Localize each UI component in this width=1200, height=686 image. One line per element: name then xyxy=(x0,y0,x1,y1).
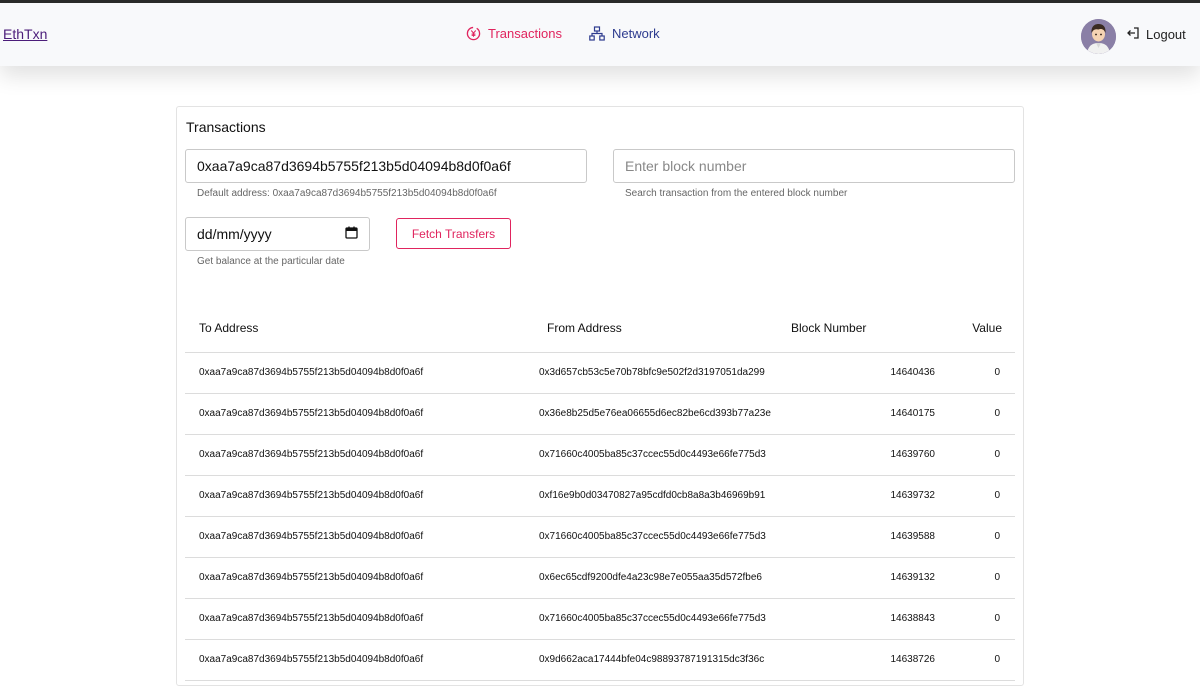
cell-value: 0 xyxy=(994,654,1000,665)
card-title: Transactions xyxy=(186,119,266,135)
cell-from-address: 0x36e8b25d5e76ea06655d6ec82be6cd393b77a2… xyxy=(539,408,771,419)
block-number-placeholder: Enter block number xyxy=(625,158,747,174)
column-header-block: Block Number xyxy=(791,321,867,335)
date-input-value: dd/mm/yyyy xyxy=(197,226,272,242)
table-row: 0xaa7a9ca87d3694b5755f213b5d04094b8d0f0a… xyxy=(185,435,1015,476)
cell-value: 0 xyxy=(994,408,1000,419)
cell-to-address: 0xaa7a9ca87d3694b5755f213b5d04094b8d0f0a… xyxy=(199,449,424,460)
navbar: EthTxn Transactions Network Logout xyxy=(0,3,1200,66)
nav-network-label: Network xyxy=(612,26,660,41)
cell-to-address: 0xaa7a9ca87d3694b5755f213b5d04094b8d0f0a… xyxy=(199,613,424,624)
cell-from-address: 0x9d662aca17444bfe04c98893787191315dc3f3… xyxy=(539,654,765,665)
nav-transactions-label: Transactions xyxy=(488,26,562,41)
table-row: 0xaa7a9ca87d3694b5755f213b5d04094b8d0f0a… xyxy=(185,353,1015,394)
block-number-input[interactable]: Enter block number xyxy=(613,149,1015,183)
cell-from-address: 0xf16e9b0d03470827a95cdfd0cb8a8a3b46969b… xyxy=(539,490,766,501)
cell-to-address: 0xaa7a9ca87d3694b5755f213b5d04094b8d0f0a… xyxy=(199,490,424,501)
table-row: 0xaa7a9ca87d3694b5755f213b5d04094b8d0f0a… xyxy=(185,394,1015,435)
avatar[interactable] xyxy=(1081,19,1116,54)
cell-to-address: 0xaa7a9ca87d3694b5755f213b5d04094b8d0f0a… xyxy=(199,572,424,583)
cell-to-address: 0xaa7a9ca87d3694b5755f213b5d04094b8d0f0a… xyxy=(199,531,424,542)
cell-to-address: 0xaa7a9ca87d3694b5755f213b5d04094b8d0f0a… xyxy=(199,654,424,665)
address-helper-text: Default address: 0xaa7a9ca87d3694b5755f2… xyxy=(197,188,497,199)
cell-block-number: 14638843 xyxy=(890,613,936,624)
table-header: To Address From Address Block Number Val… xyxy=(185,307,1015,353)
cell-value: 0 xyxy=(994,572,1000,583)
cell-block-number: 14640175 xyxy=(890,408,936,419)
table-row: 0xaa7a9ca87d3694b5755f213b5d04094b8d0f0a… xyxy=(185,558,1015,599)
nav-transactions[interactable]: Transactions xyxy=(466,26,562,41)
cell-block-number: 14639588 xyxy=(890,531,936,542)
transactions-icon xyxy=(466,26,481,41)
address-input-value: 0xaa7a9ca87d3694b5755f213b5d04094b8d0f0a… xyxy=(197,158,511,174)
logout-icon xyxy=(1126,26,1140,43)
cell-from-address: 0x6ec65cdf9200dfe4a23c98e7e055aa35d572fb… xyxy=(539,572,762,583)
table-row: 0xaa7a9ca87d3694b5755f213b5d04094b8d0f0a… xyxy=(185,599,1015,640)
cell-from-address: 0x71660c4005ba85c37ccec55d0c4493e66fe775… xyxy=(539,531,766,542)
cell-value: 0 xyxy=(994,531,1000,542)
date-helper-text: Get balance at the particular date xyxy=(197,256,345,267)
cell-block-number: 14638726 xyxy=(890,654,936,665)
nav-network[interactable]: Network xyxy=(589,26,660,41)
fetch-transfers-button[interactable]: Fetch Transfers xyxy=(396,218,511,249)
cell-value: 0 xyxy=(994,367,1000,378)
cell-block-number: 14639132 xyxy=(890,572,936,583)
network-icon xyxy=(589,26,605,41)
calendar-icon[interactable] xyxy=(345,226,358,242)
column-header-to: To Address xyxy=(199,321,259,335)
cell-from-address: 0x71660c4005ba85c37ccec55d0c4493e66fe775… xyxy=(539,613,766,624)
cell-value: 0 xyxy=(994,490,1000,501)
cell-block-number: 14639760 xyxy=(890,449,936,460)
table-row: 0xaa7a9ca87d3694b5755f213b5d04094b8d0f0a… xyxy=(185,517,1015,558)
cell-from-address: 0x71660c4005ba85c37ccec55d0c4493e66fe775… xyxy=(539,449,766,460)
cell-to-address: 0xaa7a9ca87d3694b5755f213b5d04094b8d0f0a… xyxy=(199,408,424,419)
address-input[interactable]: 0xaa7a9ca87d3694b5755f213b5d04094b8d0f0a… xyxy=(185,149,587,183)
date-input[interactable]: dd/mm/yyyy xyxy=(185,217,370,251)
block-helper-text: Search transaction from the entered bloc… xyxy=(625,188,848,199)
cell-value: 0 xyxy=(994,449,1000,460)
transactions-card: Transactions 0xaa7a9ca87d3694b5755f213b5… xyxy=(176,106,1024,686)
logout-button[interactable]: Logout xyxy=(1126,26,1186,43)
cell-block-number: 14640436 xyxy=(890,367,936,378)
cell-value: 0 xyxy=(994,613,1000,624)
table-row: 0xaa7a9ca87d3694b5755f213b5d04094b8d0f0a… xyxy=(185,476,1015,517)
brand-link[interactable]: EthTxn xyxy=(3,26,47,42)
cell-from-address: 0x3d657cb53c5e70b78bfc9e502f2d3197051da2… xyxy=(539,367,765,378)
column-header-from: From Address xyxy=(547,321,622,335)
table-row: 0xaa7a9ca87d3694b5755f213b5d04094b8d0f0a… xyxy=(185,640,1015,681)
cell-block-number: 14639732 xyxy=(890,490,936,501)
cell-to-address: 0xaa7a9ca87d3694b5755f213b5d04094b8d0f0a… xyxy=(199,367,424,378)
column-header-value: Value xyxy=(972,321,1002,335)
logout-label: Logout xyxy=(1146,27,1186,42)
